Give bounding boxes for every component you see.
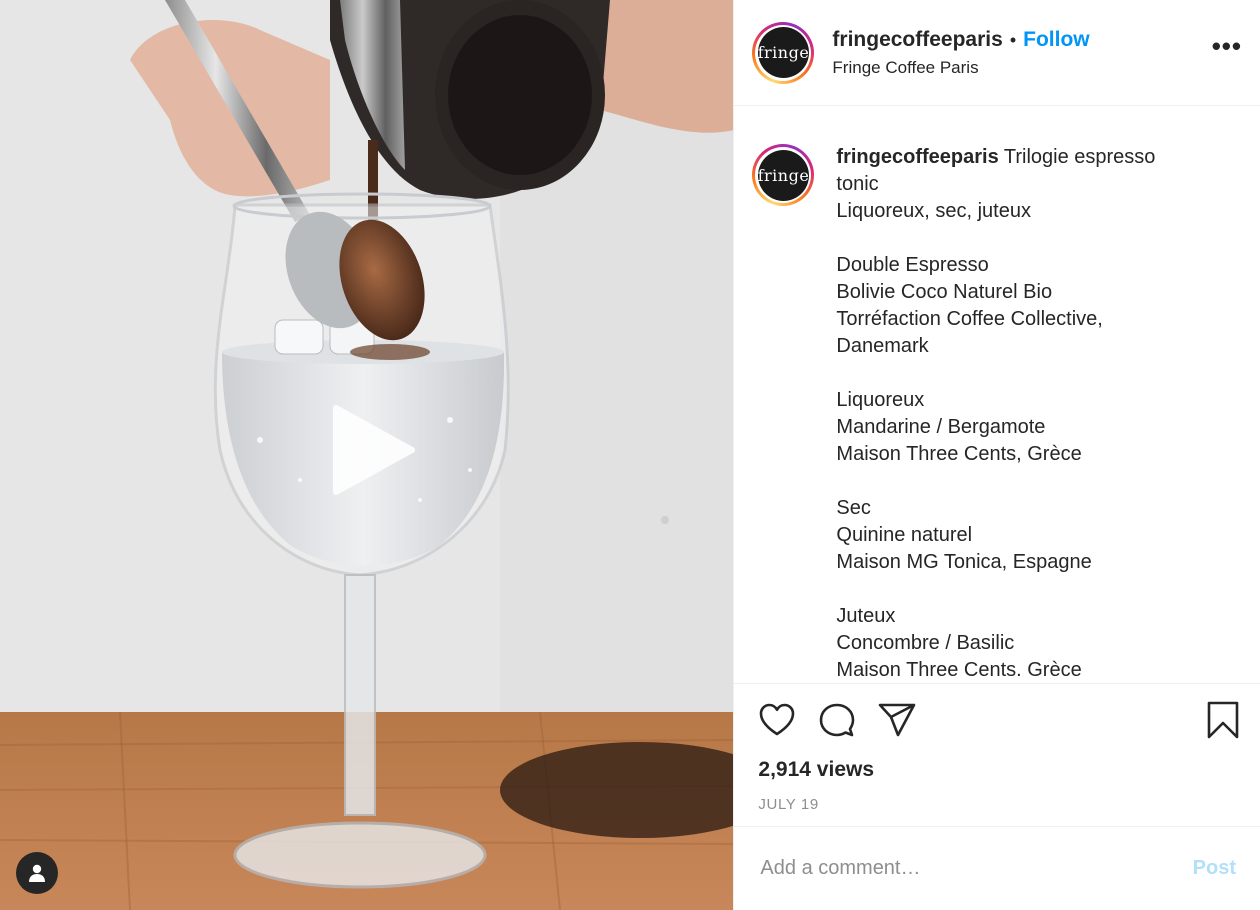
profile-avatar[interactable]: fringe	[752, 21, 815, 84]
avatar-logo-text: fringe	[758, 149, 809, 201]
heart-icon	[760, 703, 795, 736]
caption-text: fringecoffeeparis Trilogie espresso toni…	[836, 144, 1236, 683]
comment-button[interactable]	[818, 701, 856, 739]
user-tag-button[interactable]	[16, 852, 58, 894]
user-tag-icon	[29, 864, 45, 882]
bookmark-icon	[1207, 701, 1239, 739]
view-count[interactable]: 2,914 views	[734, 756, 1260, 784]
caption-avatar[interactable]: fringe	[752, 144, 815, 206]
post-header: fringe fringecoffeeparis • Follow Fringe…	[734, 0, 1260, 106]
save-button[interactable]	[1204, 701, 1242, 739]
avatar-logo-text: fringe	[758, 27, 809, 78]
caption-username[interactable]: fringecoffeeparis	[836, 146, 998, 168]
separator-dot: •	[1009, 29, 1017, 50]
location-link[interactable]: Fringe Coffee Paris	[832, 58, 1211, 78]
more-options-icon[interactable]: •••	[1212, 31, 1242, 74]
paper-plane-icon	[879, 703, 916, 737]
play-button[interactable]	[320, 400, 420, 500]
instagram-post: fringe fringecoffeeparis • Follow Fringe…	[0, 0, 1260, 910]
action-bar	[734, 684, 1260, 756]
header-username[interactable]: fringecoffeeparis	[832, 28, 1002, 52]
like-button[interactable]	[758, 701, 796, 739]
comment-input[interactable]	[758, 856, 1193, 881]
comment-form: Post	[734, 826, 1260, 910]
post-date[interactable]: JULY 19	[734, 796, 1260, 820]
post-details-panel: fringe fringecoffeeparis • Follow Fringe…	[733, 0, 1260, 910]
caption-section: fringe fringecoffeeparis Trilogie espres…	[734, 106, 1260, 684]
share-button[interactable]	[878, 701, 916, 739]
post-comment-button[interactable]: Post	[1193, 857, 1236, 880]
post-video[interactable]	[0, 0, 734, 910]
follow-button[interactable]: Follow	[1023, 28, 1090, 52]
comment-bubble-icon	[820, 703, 855, 737]
caption-body: tonic Liquoreux, sec, juteux Double Espr…	[836, 173, 1103, 681]
caption-first-line: Trilogie espresso	[998, 146, 1156, 168]
play-icon	[333, 405, 415, 495]
